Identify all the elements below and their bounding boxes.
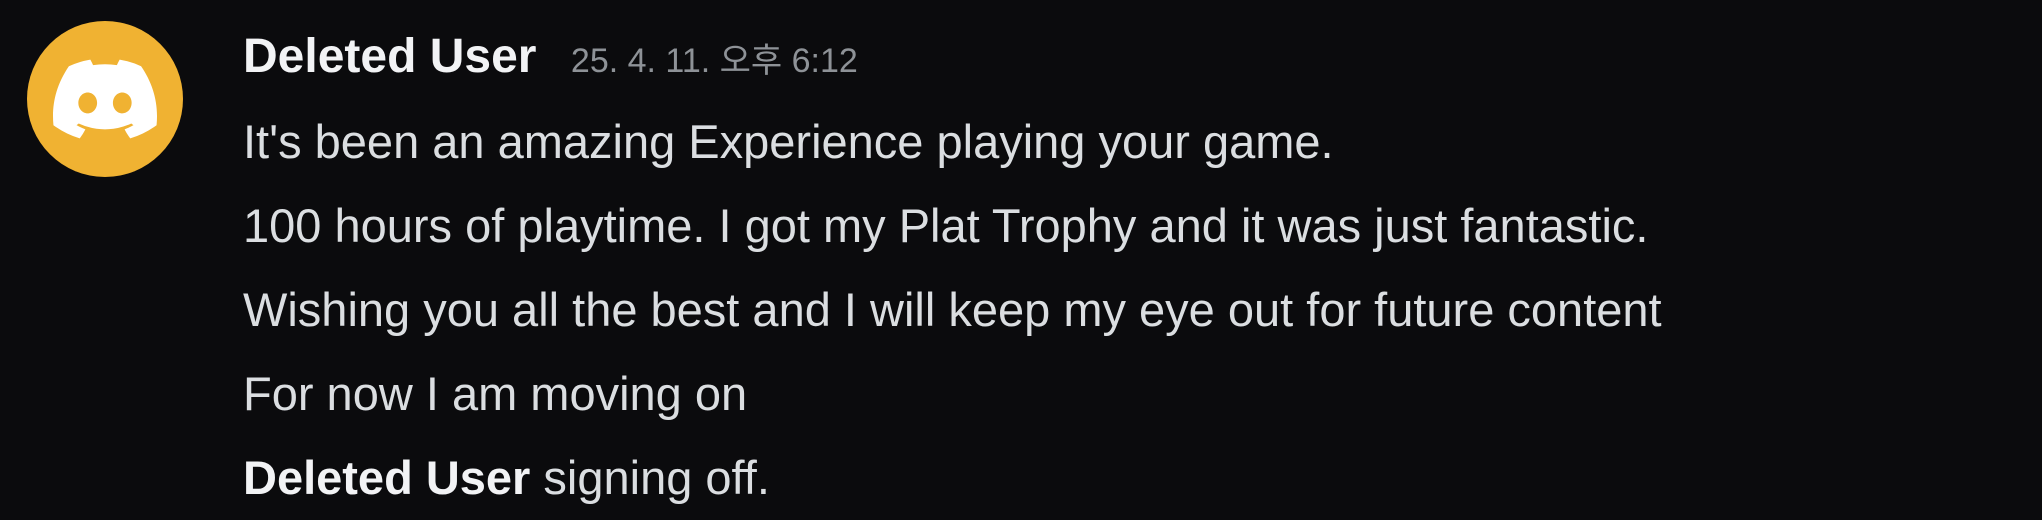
message-content: It's been an amazing Experience playing … [243, 100, 2023, 520]
message-line: Wishing you all the best and I will keep… [243, 283, 1662, 336]
chat-message: Deleted User 25. 4. 11. 오후 6:12 It's bee… [0, 0, 2042, 514]
closing-line: Deleted User signing off. [243, 436, 2023, 520]
author-name[interactable]: Deleted User [243, 22, 536, 92]
discord-logo-icon [53, 59, 157, 139]
avatar[interactable] [27, 21, 183, 177]
message-line: 100 hours of playtime. I got my Plat Tro… [243, 199, 1649, 252]
closing-bold-name: Deleted User [243, 451, 531, 504]
message-timestamp[interactable]: 25. 4. 11. 오후 6:12 [571, 26, 858, 96]
message-line: For now I am moving on [243, 367, 748, 420]
closing-text: signing off. [530, 451, 770, 504]
message-header: Deleted User 25. 4. 11. 오후 6:12 [243, 22, 858, 92]
message-line: It's been an amazing Experience playing … [243, 115, 1334, 168]
